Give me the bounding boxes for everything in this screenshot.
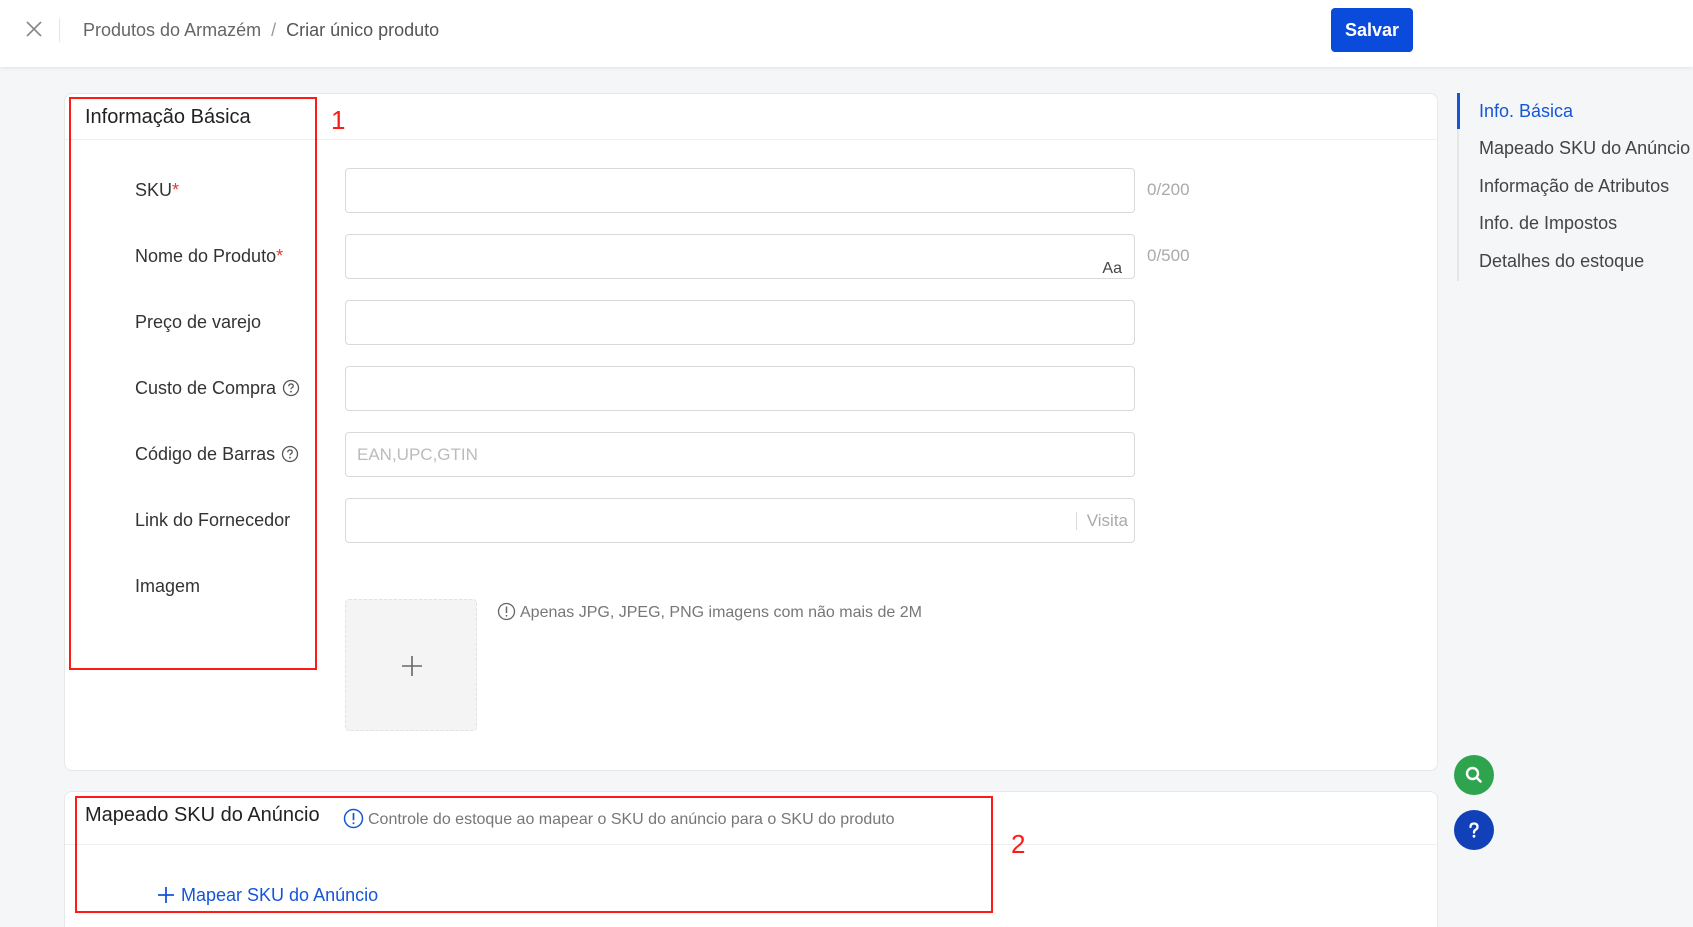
toc-item-taxes[interactable]: Info. de Impostos bbox=[1479, 213, 1617, 234]
sku-input[interactable] bbox=[345, 168, 1135, 213]
annotation-box-2 bbox=[75, 796, 993, 913]
toc-item-stock-details[interactable]: Detalhes do estoque bbox=[1479, 251, 1644, 272]
product-name-counter: 0/500 bbox=[1147, 246, 1190, 265]
annotation-number-2: 2 bbox=[1011, 829, 1026, 859]
search-fab[interactable] bbox=[1454, 755, 1494, 795]
toc-item-attributes[interactable]: Informação de Atributos bbox=[1479, 176, 1669, 197]
header-divider bbox=[59, 18, 60, 42]
breadcrumb-parent[interactable]: Produtos do Armazém bbox=[83, 20, 261, 40]
visit-button[interactable]: Visita bbox=[1077, 499, 1134, 542]
annotation-number-1: 1 bbox=[331, 105, 346, 135]
text-case-icon[interactable]: Aa bbox=[1102, 247, 1122, 290]
toc-item-sku-mapping[interactable]: Mapeado SKU do Anúncio bbox=[1479, 138, 1690, 159]
product-name-input[interactable]: Aa bbox=[345, 234, 1135, 279]
question-icon bbox=[1469, 822, 1479, 838]
supplier-link-input[interactable]: Visita bbox=[345, 498, 1135, 543]
breadcrumb-current: Criar único produto bbox=[286, 20, 440, 40]
help-fab[interactable] bbox=[1454, 810, 1494, 850]
plus-icon bbox=[402, 656, 422, 676]
breadcrumb-separator: / bbox=[271, 20, 277, 40]
purchase-cost-input[interactable] bbox=[345, 366, 1135, 411]
image-upload-button[interactable] bbox=[345, 599, 477, 731]
save-button[interactable]: Salvar bbox=[1331, 8, 1413, 52]
barcode-input[interactable]: EAN,UPC,GTIN bbox=[345, 432, 1135, 477]
search-icon bbox=[1465, 766, 1482, 783]
info-circle-icon bbox=[497, 602, 516, 621]
retail-price-input[interactable] bbox=[345, 300, 1135, 345]
toc-active-indicator bbox=[1457, 93, 1460, 129]
barcode-placeholder: EAN,UPC,GTIN bbox=[357, 445, 478, 464]
annotation-box-1 bbox=[69, 97, 317, 670]
top-bar: Produtos do Armazém / Criar único produto … bbox=[0, 0, 1693, 67]
breadcrumb: Produtos do Armazém / Criar único produto bbox=[83, 20, 439, 41]
sku-counter: 0/200 bbox=[1147, 180, 1190, 199]
image-hint: Apenas JPG, JPEG, PNG imagens com não ma… bbox=[497, 602, 922, 622]
close-icon[interactable] bbox=[24, 19, 44, 39]
toc-item-basic-info[interactable]: Info. Básica bbox=[1479, 101, 1573, 122]
